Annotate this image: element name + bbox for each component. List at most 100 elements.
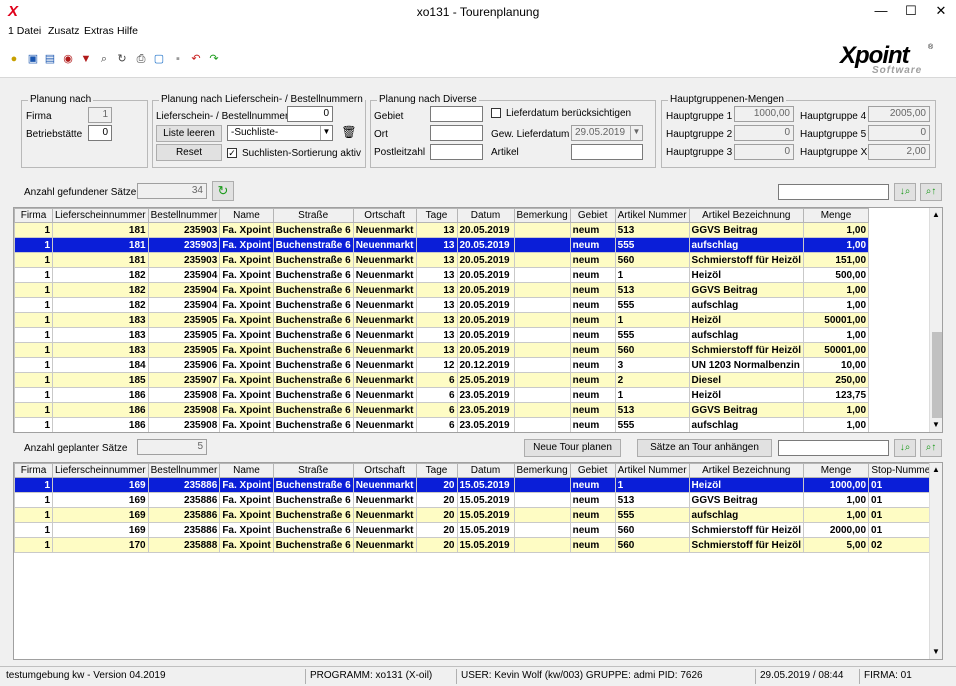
- table-row[interactable]: 1 181 235903 Fa. Xpoint Buchenstraße 6 Neuenm…: [14, 237, 870, 253]
- search-bottom-input[interactable]: [778, 440, 889, 456]
- column-header[interactable]: Bestellnummer: [147, 208, 221, 223]
- menu-datei[interactable]: 1 Datei: [8, 25, 41, 37]
- column-header[interactable]: Artikel Bezeichnung: [688, 208, 805, 223]
- scrollbar-thumb[interactable]: [932, 332, 942, 418]
- liste-leeren-button[interactable]: Liste leeren: [156, 125, 222, 142]
- column-header[interactable]: Bemerkung: [513, 208, 571, 223]
- column-header[interactable]: Ortschaft: [352, 463, 417, 478]
- trash-icon[interactable]: 🗑: [341, 125, 357, 142]
- table-row[interactable]: 1 181 235903 Fa. Xpoint Buchenstraße 6 Neuenm…: [14, 252, 870, 268]
- table-row[interactable]: 1 170 235888 Fa. Xpoint Buchenstraße 6 Neuenm…: [14, 537, 938, 553]
- menu-extras[interactable]: Extras: [84, 25, 114, 37]
- scroll-down-icon[interactable]: ▼: [932, 647, 940, 656]
- minimize-button[interactable]: —: [866, 0, 896, 24]
- column-header[interactable]: Name: [219, 208, 274, 223]
- column-header[interactable]: Name: [219, 463, 274, 478]
- print-icon[interactable]: ⎙: [135, 53, 147, 65]
- plz-field[interactable]: [430, 144, 483, 160]
- column-header[interactable]: Artikel Nummer: [614, 208, 690, 223]
- maximize-button[interactable]: ☐: [896, 0, 926, 24]
- column-header[interactable]: Bemerkung: [513, 463, 571, 478]
- column-header[interactable]: Firma: [14, 463, 53, 478]
- search-down-icon[interactable]: ↓⌕: [894, 183, 916, 201]
- column-header[interactable]: Straße: [272, 208, 354, 223]
- column-header[interactable]: Lieferscheinnummer: [52, 463, 149, 478]
- chevron-down-icon[interactable]: ▼: [320, 126, 332, 140]
- undo-icon[interactable]: ↶: [190, 53, 202, 65]
- column-header[interactable]: Ortschaft: [352, 208, 417, 223]
- artikel-field[interactable]: [571, 144, 643, 160]
- chevron-down-icon[interactable]: ▼: [630, 126, 642, 140]
- table-row[interactable]: 1 186 235908 Fa. Xpoint Buchenstraße 6 Neuenm…: [14, 402, 870, 418]
- column-header[interactable]: Datum: [456, 463, 515, 478]
- search-top-input[interactable]: [778, 184, 889, 200]
- table-cell: 181: [52, 222, 149, 238]
- preview-icon[interactable]: ▢: [153, 53, 165, 65]
- column-header[interactable]: Stop-Nummer: [868, 463, 938, 478]
- search-down-icon[interactable]: ↓⌕: [894, 439, 916, 457]
- table-row[interactable]: 1 183 235905 Fa. Xpoint Buchenstraße 6 Neuenm…: [14, 342, 870, 358]
- table-row[interactable]: 1 182 235904 Fa. Xpoint Buchenstraße 6 Neuenm…: [14, 282, 870, 298]
- table-row[interactable]: 1 184 235906 Fa. Xpoint Buchenstraße 6 Neuenm…: [14, 357, 870, 373]
- table-row[interactable]: 1 181 235903 Fa. Xpoint Buchenstraße 6 Neuenm…: [14, 222, 870, 238]
- filter-icon[interactable]: ▼: [80, 53, 92, 65]
- redo-icon[interactable]: ↷: [208, 53, 220, 65]
- info-icon[interactable]: ▣: [27, 53, 39, 65]
- table-cell: [513, 477, 571, 493]
- table-row[interactable]: 1 186 235908 Fa. Xpoint Buchenstraße 6 Neuenm…: [14, 417, 870, 432]
- scroll-up-icon[interactable]: ▲: [932, 465, 940, 474]
- sortierung-checkbox[interactable]: ✓: [227, 148, 237, 158]
- anhaengen-button[interactable]: Sätze an Tour anhängen: [637, 439, 772, 457]
- suchliste-select[interactable]: -Suchliste- ▼: [227, 125, 333, 141]
- column-header[interactable]: Bestellnummer: [147, 463, 221, 478]
- gebiet-field[interactable]: [430, 106, 483, 122]
- column-header[interactable]: Menge: [803, 208, 870, 223]
- search-up-icon[interactable]: ⌕↑: [920, 183, 942, 201]
- refresh-icon[interactable]: ↻: [116, 53, 128, 65]
- status-program: PROGRAMM: xo131 (X-oil): [310, 670, 433, 681]
- column-header[interactable]: Artikel Bezeichnung: [688, 463, 805, 478]
- column-header[interactable]: Tage: [415, 463, 458, 478]
- column-header[interactable]: Tage: [415, 208, 458, 223]
- lieferschein-field[interactable]: 0: [287, 106, 333, 122]
- refresh-icon[interactable]: ↻: [212, 181, 234, 201]
- found-grid-scrollbar[interactable]: ▲ ▼: [929, 208, 942, 432]
- close-button[interactable]: ✕: [926, 0, 956, 24]
- planned-grid-scrollbar[interactable]: ▲ ▼: [929, 463, 942, 659]
- table-row[interactable]: 1 169 235886 Fa. Xpoint Buchenstraße 6 Neuenm…: [14, 507, 938, 523]
- column-header[interactable]: Datum: [456, 208, 515, 223]
- database-icon[interactable]: ◉: [62, 53, 74, 65]
- book-icon[interactable]: ▤: [44, 53, 56, 65]
- table-row[interactable]: 1 183 235905 Fa. Xpoint Buchenstraße 6 Neuenm…: [14, 312, 870, 328]
- column-header[interactable]: Menge: [803, 463, 870, 478]
- save-icon[interactable]: ▪: [172, 53, 184, 65]
- scroll-down-icon[interactable]: ▼: [932, 420, 940, 429]
- column-header[interactable]: Lieferscheinnummer: [52, 208, 149, 223]
- gew-lieferdatum-field[interactable]: 29.05.2019 ▼: [571, 125, 643, 141]
- menu-hilfe[interactable]: Hilfe: [117, 25, 138, 37]
- lightbulb-icon[interactable]: ●: [8, 53, 20, 65]
- column-header[interactable]: Firma: [14, 208, 53, 223]
- column-header[interactable]: Artikel Nummer: [614, 463, 690, 478]
- column-header[interactable]: Straße: [272, 463, 354, 478]
- reset-button[interactable]: Reset: [156, 144, 222, 161]
- table-row[interactable]: 1 169 235886 Fa. Xpoint Buchenstraße 6 Neuenm…: [14, 477, 938, 493]
- column-header[interactable]: Gebiet: [569, 463, 616, 478]
- column-header[interactable]: Gebiet: [569, 208, 616, 223]
- table-row[interactable]: 1 169 235886 Fa. Xpoint Buchenstraße 6 Neuenm…: [14, 522, 938, 538]
- ort-field[interactable]: [430, 125, 483, 141]
- scroll-up-icon[interactable]: ▲: [932, 210, 940, 219]
- table-row[interactable]: 1 185 235907 Fa. Xpoint Buchenstraße 6 Neuenm…: [14, 372, 870, 388]
- table-row[interactable]: 1 182 235904 Fa. Xpoint Buchenstraße 6 Neuenm…: [14, 267, 870, 283]
- neue-tour-button[interactable]: Neue Tour planen: [524, 439, 621, 457]
- table-row[interactable]: 1 186 235908 Fa. Xpoint Buchenstraße 6 Neuenm…: [14, 387, 870, 403]
- table-row[interactable]: 1 169 235886 Fa. Xpoint Buchenstraße 6 Neuenm…: [14, 492, 938, 508]
- menu-zusatz[interactable]: Zusatz: [48, 25, 80, 37]
- table-row[interactable]: 1 183 235905 Fa. Xpoint Buchenstraße 6 Neuenm…: [14, 327, 870, 343]
- search-icon[interactable]: ⌕: [98, 53, 110, 65]
- table-row[interactable]: 1 182 235904 Fa. Xpoint Buchenstraße 6 Neuenm…: [14, 297, 870, 313]
- betriebstaette-field[interactable]: 0: [88, 125, 112, 141]
- lieferdatum-checkbox[interactable]: [491, 108, 501, 118]
- firma-field[interactable]: 1: [88, 107, 112, 123]
- search-up-icon[interactable]: ⌕↑: [920, 439, 942, 457]
